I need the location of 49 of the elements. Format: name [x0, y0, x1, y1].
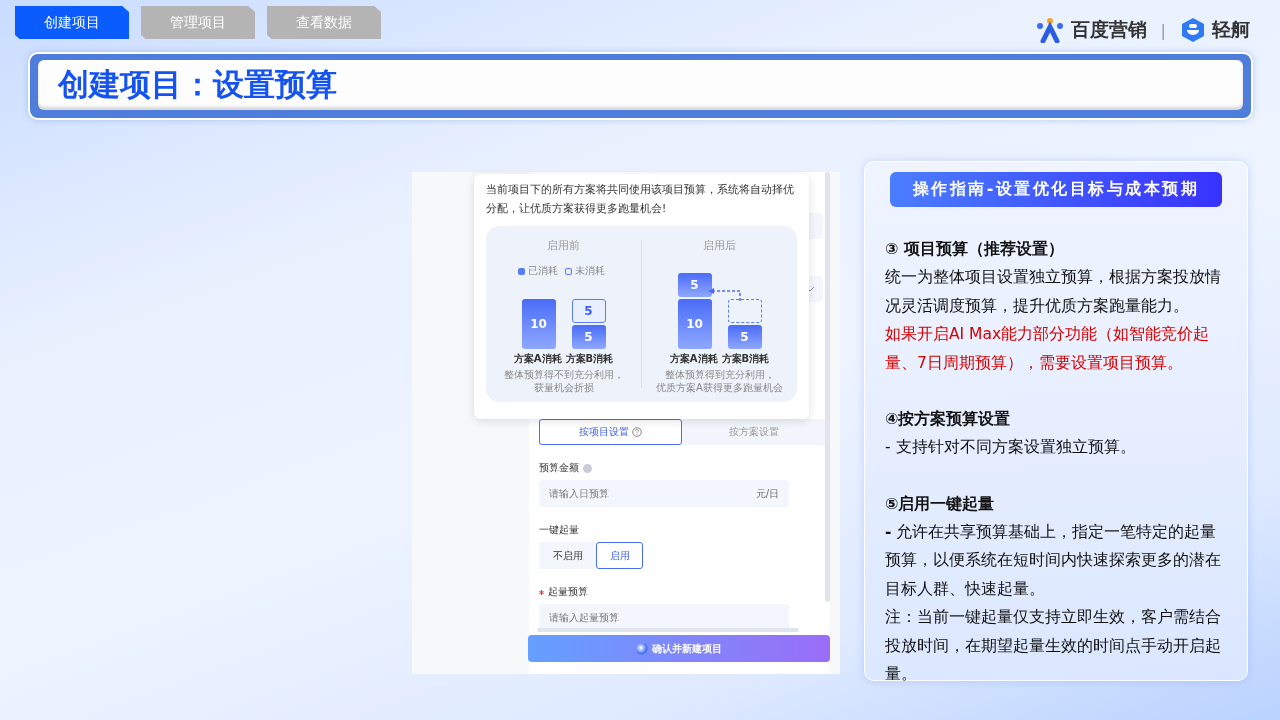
section-heading: ③ 项目预算（推荐设置）: [885, 239, 1065, 260]
bar-label: 方案A消耗: [669, 352, 718, 366]
paragraph: - 允许在共享预算基础上，指定一笔特定的起量预算，以便系统在短时间内快速探索更多的潜在目标人群、快速起量。: [885, 521, 1222, 600]
unit-label: 元/日: [755, 487, 779, 501]
bar-label: 方案B消耗: [721, 352, 770, 366]
toggle-option[interactable]: 启用: [596, 542, 643, 569]
guide-title: 操作指南-设置优化目标与成本预期: [890, 172, 1222, 207]
bar-segment: 10: [521, 299, 556, 349]
section-heading: ⑤启用一键起量: [885, 493, 996, 515]
bar-segment: 5: [571, 299, 606, 323]
caption-text: 获量机会折损: [533, 381, 594, 394]
legend-swatch: [518, 267, 525, 275]
field-label: 一键起量: [539, 523, 579, 537]
caption-text: 整体预算得不到充分利用，: [503, 368, 624, 381]
toggle-option[interactable]: 不启用: [539, 542, 596, 569]
bar-segment: 5: [677, 273, 712, 297]
legend-label: 未消耗: [575, 264, 605, 278]
field-label: 预算金额: [539, 461, 579, 475]
submit-button[interactable]: 确认并新建项目: [528, 635, 830, 662]
bar-segment: 5: [571, 325, 606, 349]
bar-label: 方案A消耗: [513, 352, 562, 366]
scrollbar[interactable]: [825, 172, 830, 602]
dashed-segment: [727, 299, 762, 323]
caption-text: 优质方案A获得更多跑量机会: [656, 381, 783, 394]
shield-logo-icon: [1180, 17, 1206, 43]
legend-label: 已消耗: [528, 264, 558, 278]
settings-tab[interactable]: 按项目设置: [539, 419, 682, 445]
nav-tab[interactable]: 创建项目: [15, 6, 129, 39]
paragraph: 注：当前一键起量仅支持立即生效，客户需结合投放时间，在期望起量生效的时间点手动开启起量。: [885, 607, 1222, 685]
paragraph: - 支持针对不同方案设置独立预算。: [885, 437, 1137, 458]
help-icon[interactable]: [632, 427, 642, 437]
bar-label: 方案B消耗: [565, 352, 614, 366]
bar-segment: 5: [727, 325, 762, 349]
paragraph: 统一为整体项目设置独立预算，根据方案投放情况灵活调度预算，提升优质方案跑量能力。: [885, 267, 1222, 317]
settings-tab[interactable]: 按方案设置: [682, 419, 825, 445]
panel-title: 启用后: [703, 238, 736, 253]
brand-name: 百度营销: [1070, 17, 1147, 42]
field-label: 起量预算: [548, 585, 588, 599]
paragraph: 如果开启AI Max能力部分功能（如智能竞价起量、7日周期预算），需要设置项目预算。: [885, 324, 1211, 374]
section-heading: ④按方案预算设置: [885, 409, 1012, 430]
bar-segment: 10: [677, 299, 712, 349]
caption-text: 整体预算得到充分利用，: [664, 368, 775, 381]
brand-separator: |: [1160, 20, 1166, 40]
product-name: 轻舸: [1212, 17, 1250, 42]
legend-swatch: [565, 267, 572, 275]
panel-title: 启用前: [547, 238, 580, 253]
page-title: 创建项目：设置预算: [58, 65, 337, 104]
logo-icon: [1034, 17, 1065, 43]
popover-text: 当前项目下的所有方案将共同使用该项目预算，系统将自动择优分配，让优质方案获得更多跑量机会!: [486, 182, 795, 216]
